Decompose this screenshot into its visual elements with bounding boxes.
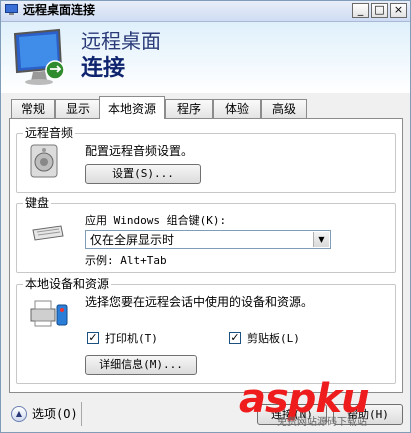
audio-settings-button[interactable]: 设置(S)... [85,164,201,184]
audio-description: 配置远程音频设置。 [85,144,194,158]
local-devices-title: 本地设备和资源 [23,277,112,291]
remote-audio-group: 远程音频 配置远程音频设置。 设置(S)... [16,126,396,193]
keyboard-title: 键盘 [23,196,52,210]
title-bar[interactable]: 远程桌面连接 _ □ × [1,1,410,22]
tab-programs[interactable]: 程序 [165,99,213,118]
close-button[interactable]: × [390,3,407,18]
local-devices-group: 本地设备和资源 选择您要在远程会话中使用的设备和资源。 ✓ 打印机(T) ✓ 剪… [16,277,396,384]
tab-advanced[interactable]: 高级 [261,99,307,118]
key-combination-select[interactable]: 仅在全屏显示时 ▼ [85,230,331,249]
tab-general[interactable]: 常规 [11,99,55,118]
header-banner: 远程桌面 连接 [1,22,410,93]
watermark-subtitle: 免费网站源码下载站 [277,417,367,428]
chevron-down-icon[interactable]: ▼ [313,232,329,247]
clipboard-label[interactable]: 剪贴板(L) [247,332,300,346]
monitor-icon [13,28,65,85]
maximize-button[interactable]: □ [371,3,388,18]
options-toggle[interactable]: ▲ 选项(O) [9,403,79,425]
watermark-text: aspku [239,376,370,422]
footer-divider [81,402,82,426]
tab-local-resources[interactable]: 本地资源 [99,96,165,119]
devices-description: 选择您要在远程会话中使用的设备和资源。 [85,295,314,309]
keyboard-example: 示例: Alt+Tab [85,254,167,267]
printers-label[interactable]: 打印机(T) [105,332,158,346]
remote-desktop-icon [5,4,18,15]
speaker-icon [30,144,58,178]
devices-icon [30,300,68,327]
window-title: 远程桌面连接 [23,3,96,17]
local-resources-panel: 远程音频 配置远程音频设置。 设置(S)... 键盘 应用 Windows 组合… [9,118,403,393]
tab-display[interactable]: 显示 [55,99,101,118]
header-title-line2: 连接 [81,56,126,81]
key-combination-value: 仅在全屏显示时 [90,233,175,247]
watermark-logo: aspku 免费网站源码下载站 [239,376,407,432]
printers-checkbox[interactable]: ✓ [87,332,99,344]
details-button[interactable]: 详细信息(M)... [85,355,197,375]
minimize-button[interactable]: _ [352,3,369,18]
keyboard-group: 键盘 应用 Windows 组合键(K): 仅在全屏显示时 ▼ 示例: Alt+… [16,196,396,273]
keyboard-icon [32,225,64,241]
remote-audio-title: 远程音频 [23,126,76,140]
header-title-line1: 远程桌面 [81,29,161,53]
chevron-up-icon[interactable]: ▲ [11,406,27,422]
clipboard-checkbox[interactable]: ✓ [229,332,241,344]
apply-key-combination-label: 应用 Windows 组合键(K): [85,214,227,227]
options-label[interactable]: 选项(O) [32,407,78,421]
tab-experience[interactable]: 体验 [213,99,261,118]
remote-desktop-window: 远程桌面连接 _ □ × 远程桌面 连接 常规 显示 本地资源 程序 体验 高级… [0,0,411,433]
